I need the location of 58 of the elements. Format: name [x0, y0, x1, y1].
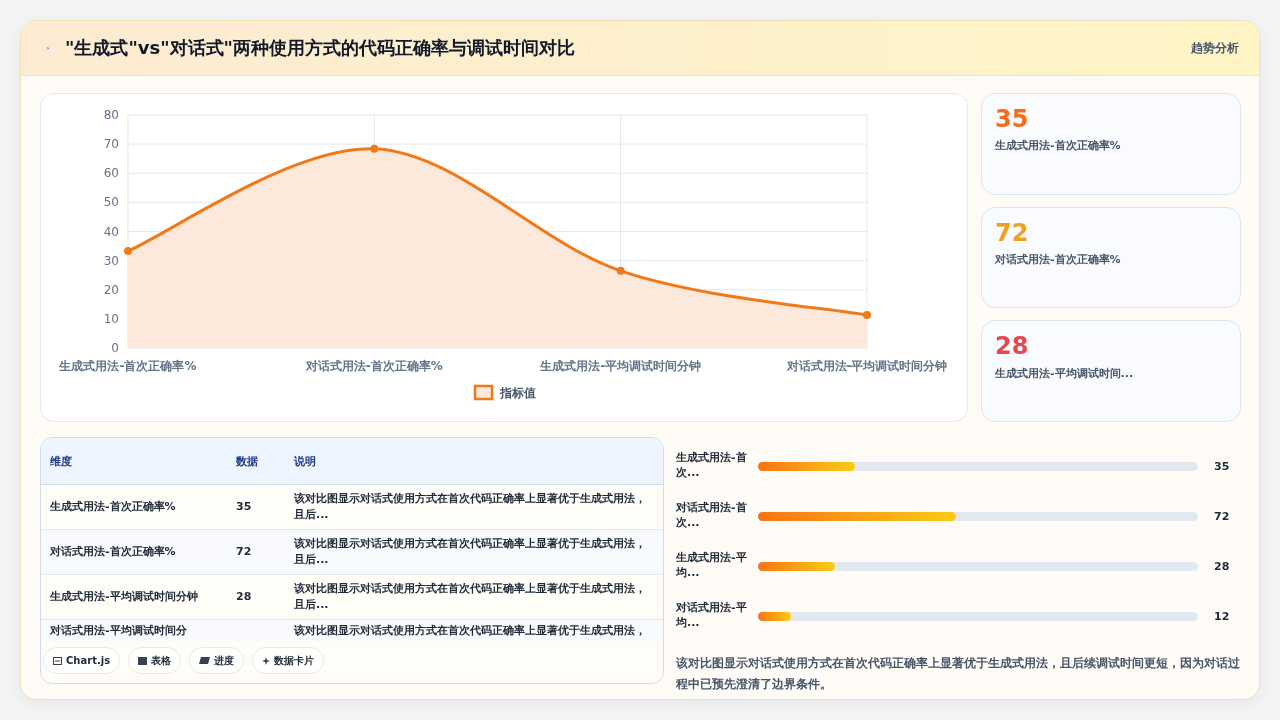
stat-value: 35 [995, 106, 1030, 133]
view-toggle-button[interactable]: 进度 [189, 647, 245, 674]
bar-label: 生成式用法-平均... [676, 551, 748, 581]
data-point [370, 144, 379, 153]
table-cell: 该对比图显示对话式使用方式在首次代码正确率上显著优于生成式用法，且后... [285, 574, 663, 620]
legend-label: 指标值 [500, 386, 536, 400]
bar-value: 28 [1214, 559, 1230, 573]
column-header: 数据 [227, 438, 285, 485]
view-toggle-button[interactable]: Chart.js [43, 647, 121, 674]
y-tick-label: 20 [103, 282, 119, 297]
trend-analysis-label: 趋势分析 [1191, 39, 1239, 57]
view-toggle-button[interactable]: 数据卡片 [252, 647, 325, 674]
bar-label: 对话式用法-首次... [676, 501, 748, 531]
legend-swatch [473, 384, 494, 401]
table-cell: 生成式用法-平均调试时间分钟 [41, 574, 227, 620]
bar-value: 72 [1214, 509, 1230, 523]
page-title: "生成式"vs"对话式"两种使用方式的代码正确率与调试时间对比 [65, 36, 575, 60]
stat-label: 生成式用法-首次正确率% [995, 138, 1122, 154]
column-header: 维度 [41, 438, 227, 485]
x-tick-label: 对话式用法-首次正确率% [305, 359, 443, 373]
stat-value: 28 [995, 333, 1030, 360]
y-tick-label: 80 [103, 108, 119, 122]
table-cell: 35 [227, 484, 285, 530]
x-tick-label: 生成式用法-平均调试时间分钟 [540, 359, 702, 373]
y-tick-label: 50 [103, 195, 119, 210]
data-point [124, 247, 132, 255]
square-icon [138, 656, 148, 665]
table-cell: 28 [227, 574, 285, 620]
table-cell: 该对比图显示对话式使用方式在首次代码正确率上显著优于生成式用法， [285, 619, 663, 641]
table-cell: 生成式用法-首次正确率% [41, 484, 227, 530]
data-point [863, 311, 871, 320]
y-tick-label: 30 [103, 253, 119, 268]
x-tick-label: 生成式用法-首次正确率% [59, 359, 197, 373]
y-tick-label: 60 [103, 166, 119, 181]
y-tick-label: 40 [103, 224, 119, 239]
table-cell: 该对比图显示对话式使用方式在首次代码正确率上显著优于生成式用法，且后... [285, 484, 663, 530]
data-point [616, 266, 625, 275]
bar-label: 对话式用法-平均... [676, 601, 748, 631]
window-icon [53, 656, 62, 665]
table-cell: 对话式用法-平均调试时间分 [41, 619, 227, 641]
stat-value: 72 [995, 219, 1030, 247]
view-toggle-button[interactable]: 表格 [128, 647, 182, 674]
bar-value: 35 [1214, 459, 1230, 473]
stat-label: 对话式用法-首次正确率% [995, 252, 1122, 268]
y-tick-label: 70 [103, 137, 119, 152]
y-tick-label: 10 [103, 311, 119, 326]
table-cell: 对话式用法-首次正确率% [41, 529, 227, 575]
y-tick-label: 0 [111, 341, 119, 355]
x-tick-label: 对话式用法-平均调试时间分钟 [786, 359, 948, 373]
stat-label: 生成式用法-平均调试时间... [995, 365, 1135, 381]
parallelogram-icon [199, 657, 211, 664]
bar-value: 12 [1214, 609, 1230, 623]
summary-text: 该对比图显示对话式使用方式在首次代码正确率上显著优于生成式用法，且后续调试时间更短，因为对话过程中已预先澄清了边界条件。 [676, 655, 1241, 693]
table-cell: 该对比图显示对话式使用方式在首次代码正确率上显著优于生成式用法，且后... [285, 529, 663, 575]
sparkle-icon [262, 656, 271, 665]
table-cell: 72 [227, 529, 285, 575]
column-header: 说明 [285, 438, 663, 485]
bar-label: 生成式用法-首次... [676, 451, 748, 481]
